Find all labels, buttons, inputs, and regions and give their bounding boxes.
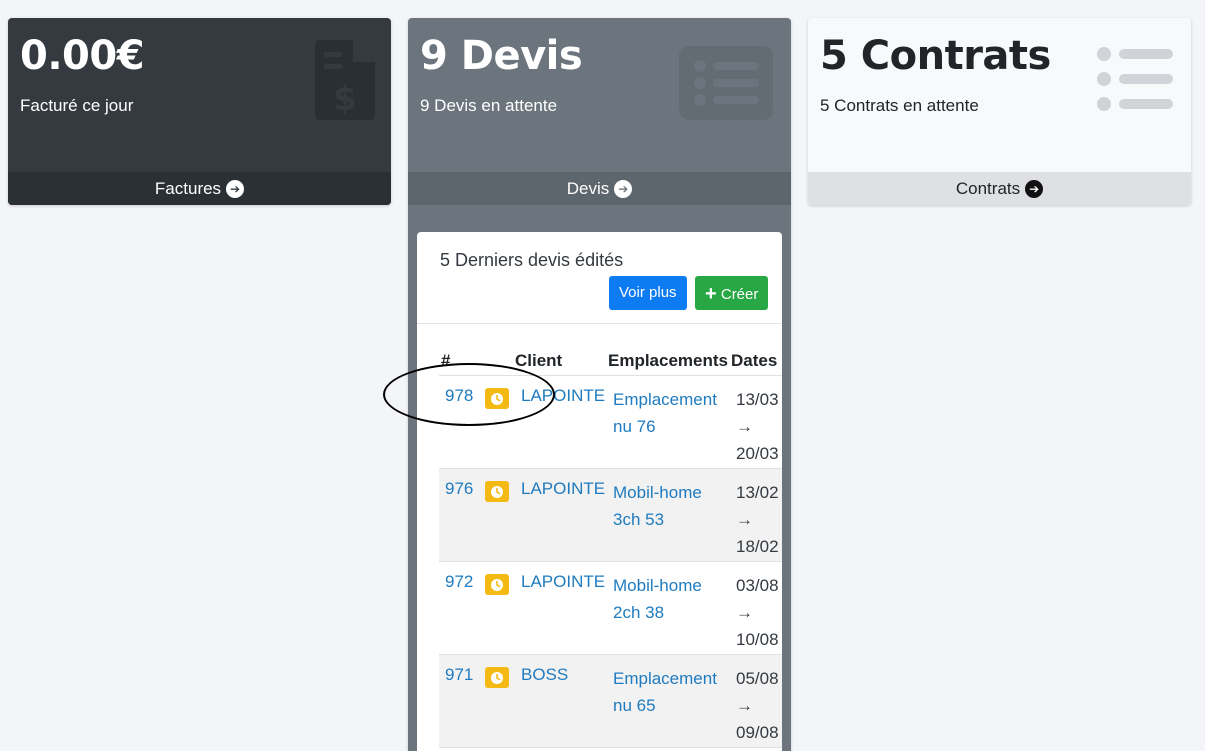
emplacement-line-1: Emplacement (613, 669, 717, 688)
clock-icon (485, 667, 509, 688)
emplacement-link[interactable]: Mobil-home 2ch 38 (613, 572, 731, 626)
dates-cell: 13/03 → 20/03 (736, 386, 782, 467)
list-icon (1097, 47, 1173, 111)
card-contrats: 5 Contrats 5 Contrats en attente Contrat… (808, 18, 1191, 205)
date-to: 10/08 (736, 630, 779, 649)
emplacement-link[interactable]: Emplacement nu 76 (613, 386, 731, 440)
see-more-button[interactable]: Voir plus (609, 276, 687, 310)
card-devis-footer-label: Devis (566, 179, 610, 198)
card-factures-body: 0.00€ Facturé ce jour $ (8, 18, 391, 172)
create-button-label: Créer (720, 286, 759, 303)
emplacement-line-2: nu 65 (613, 696, 656, 715)
date-from: 13/02 (736, 483, 779, 502)
table-row: 976 LAPOINTE Mobil-home 3ch 53 13/02 → 18/0… (439, 469, 782, 562)
recent-quotes-title: 5 Derniers devis édités (440, 250, 624, 270)
date-from: 03/08 (736, 576, 779, 595)
emplacement-line-2: 3ch 53 (613, 510, 665, 529)
client-link[interactable]: LAPOINTE (521, 479, 605, 499)
arrow-right-icon: → (736, 510, 753, 529)
col-header-emplacements: Emplacements (608, 351, 728, 370)
invoice-dollar-icon: $ (315, 40, 375, 120)
svg-text:$: $ (333, 79, 357, 119)
clock-icon (485, 481, 509, 502)
emplacement-line-2: nu 76 (613, 417, 656, 436)
list-icon (679, 46, 773, 120)
arrow-circle-right-icon: ➔ (1025, 179, 1044, 198)
card-contrats-body: 5 Contrats 5 Contrats en attente (808, 18, 1191, 172)
arrow-circle-right-icon: ➔ (226, 179, 245, 198)
col-header-dates: Dates (731, 351, 778, 370)
date-from: 13/03 (736, 390, 779, 409)
dates-cell: 13/02 → 18/02 (736, 479, 782, 560)
emplacement-link[interactable]: Mobil-home 3ch 53 (613, 479, 731, 533)
quote-number-link[interactable]: 976 (445, 479, 473, 499)
card-factures-footer-label: Factures (154, 179, 222, 198)
emplacement-line-1: Emplacement (613, 390, 717, 409)
arrow-right-icon: → (736, 417, 753, 436)
arrow-circle-right-icon: ➔ (614, 179, 633, 198)
quote-number-link[interactable]: 972 (445, 572, 473, 592)
client-link[interactable]: LAPOINTE (521, 572, 605, 592)
client-link[interactable]: BOSS (521, 665, 568, 685)
card-devis-footer-link[interactable]: Devis ➔ (408, 172, 791, 205)
col-header-client: Client (515, 351, 563, 370)
annotation-ellipse (383, 363, 555, 426)
arrow-right-icon: → (736, 603, 753, 622)
emplacement-line-1: Mobil-home (613, 576, 702, 595)
dates-cell: 03/08 → 10/08 (736, 572, 782, 653)
date-to: 18/02 (736, 537, 779, 556)
create-button[interactable]: + Créer (695, 276, 769, 310)
table-row: 972 LAPOINTE Mobil-home 2ch 38 03/08 → 10/0… (439, 562, 782, 655)
card-contrats-footer-label: Contrats (955, 179, 1021, 198)
card-factures-footer-link[interactable]: Factures ➔ (8, 172, 391, 205)
date-from: 05/08 (736, 669, 779, 688)
card-devis-body: 9 Devis 9 Devis en attente (408, 18, 791, 172)
card-contrats-footer-link[interactable]: Contrats ➔ (808, 172, 1191, 205)
card-factures: 0.00€ Facturé ce jour $ Factures ➔ (8, 18, 391, 205)
date-to: 09/08 (736, 723, 779, 742)
emplacement-link[interactable]: Emplacement nu 65 (613, 665, 731, 719)
recent-quotes-header: 5 Derniers devis édités Voir plus + Crée… (417, 232, 782, 324)
table-row: 971 BOSS Emplacement nu 65 05/08 → 09/08 (439, 655, 782, 748)
emplacement-line-2: 2ch 38 (613, 603, 665, 622)
dates-cell: 05/08 → 09/08 (736, 665, 782, 746)
quote-number-link[interactable]: 971 (445, 665, 473, 685)
arrow-right-icon: → (736, 696, 753, 715)
plus-icon: + (705, 283, 717, 305)
date-to: 20/03 (736, 444, 779, 463)
recent-quotes-panel: 5 Derniers devis édités Voir plus + Crée… (417, 232, 782, 751)
clock-icon (485, 574, 509, 595)
emplacement-line-1: Mobil-home (613, 483, 702, 502)
